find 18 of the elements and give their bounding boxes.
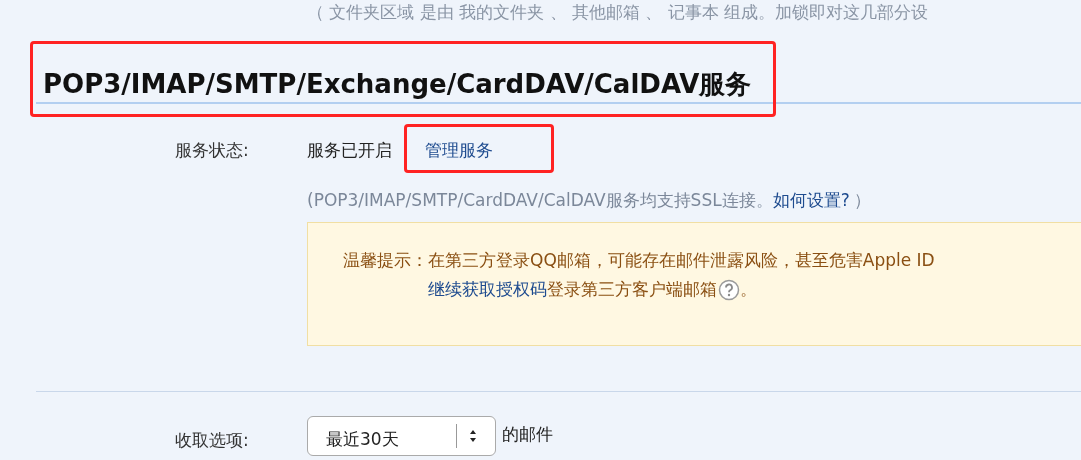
range-select[interactable]: 最近30天 (307, 416, 496, 456)
status-text: 服务已开启 (307, 139, 392, 163)
field-label: 服务状态: (175, 139, 250, 163)
closing-paren: ） (853, 190, 871, 210)
warning-label: 温馨提示： (343, 249, 428, 272)
setup-link[interactable]: 如何设置? (772, 190, 850, 210)
option-suffix: 的邮件 (502, 423, 553, 446)
warning-text: 登录第三方客户端邮箱 (547, 278, 717, 302)
auth-code-link[interactable]: 继续获取授权码 (428, 277, 547, 303)
warning-text: 在第三方登录QQ邮箱，可能存在邮件泄露风险，甚至危害Apple ID (428, 249, 935, 272)
folder-note: （ 文件夹区域 是由 我的文件夹 、 其他邮箱 、 记事本 组成。加锁即对这几部分设 (307, 2, 929, 22)
manage-link[interactable]: 管理服务 (425, 140, 493, 161)
field-label: 收取选项: (175, 429, 250, 452)
spinner-icon (469, 429, 477, 443)
section-title: POP3/IMAP/SMTP/Exchange/CardDAV/CalDAV服务 (43, 68, 752, 101)
ssl-note: (POP3/IMAP/SMTP/CardDAV/CalDAV服务均支持SSL连接。 (307, 190, 773, 210)
help-icon[interactable] (718, 279, 740, 301)
period: 。 (740, 278, 757, 302)
